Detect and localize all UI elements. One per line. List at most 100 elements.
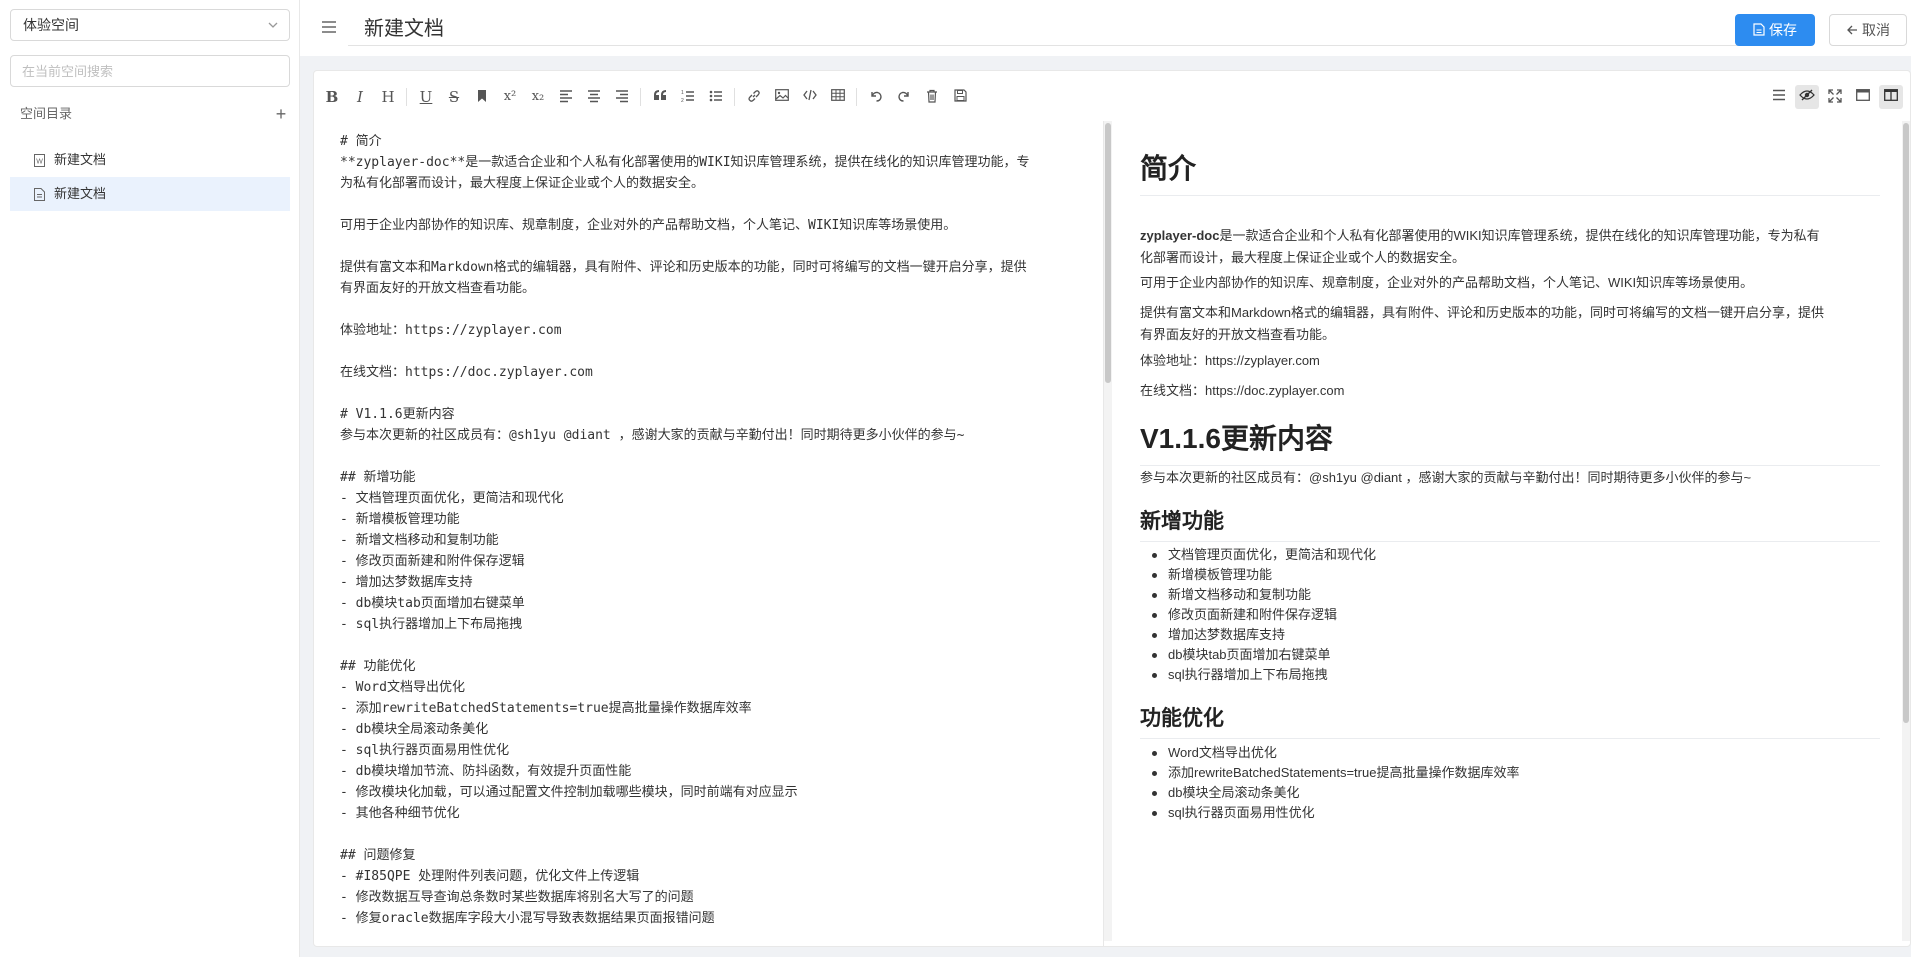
arrow-left-icon [1847, 25, 1857, 35]
svg-text:1: 1 [681, 90, 684, 96]
tree-item-label: 新建文档 [54, 152, 107, 167]
unordered-list-button[interactable] [704, 85, 728, 109]
fullscreen-button[interactable] [1823, 85, 1847, 109]
bold-button[interactable]: B [320, 85, 344, 109]
source-line: ## 功能优化 [340, 659, 416, 674]
add-doc-icon[interactable]: + [272, 105, 290, 123]
table-icon [831, 89, 845, 101]
header: 新建文档 保存 取消 [300, 0, 1911, 56]
preview-h2-new: 新增功能 [1140, 505, 1880, 542]
preview-text: 有界面友好的开放文档查看功能。 [1140, 327, 1336, 342]
source-line: 有界面友好的开放文档查看功能。 [340, 281, 536, 296]
undo-button[interactable] [864, 85, 888, 109]
preview-toggle-button[interactable] [1795, 85, 1819, 109]
unordered-list-icon [709, 90, 722, 102]
source-line: - db模块tab页面增加右键菜单 [340, 596, 525, 611]
code-button[interactable] [798, 85, 822, 109]
source-line: # 简介 [340, 134, 382, 149]
space-select[interactable]: 体验空间 [10, 9, 290, 41]
preview-demo-link[interactable]: 体验地址：https://zyplayer.com [1140, 350, 1880, 372]
source-line: - sql执行器增加上下布局拖拽 [340, 617, 523, 632]
source-line: **zyplayer-doc**是一款适合企业和个人私有化部署使用的WIKI知识… [340, 155, 1030, 170]
save-draft-button[interactable] [948, 85, 972, 109]
toc-button[interactable] [1767, 85, 1791, 109]
floppy-icon [953, 89, 967, 102]
markdown-source-pane[interactable]: # 简介 **zyplayer-doc**是一款适合企业和个人私有化部署使用的WI… [314, 121, 1104, 946]
preview-h1-update: V1.1.6更新内容 [1140, 417, 1880, 466]
tree-item-doc-1[interactable]: W 新建文档 [10, 143, 290, 177]
eye-icon [1799, 89, 1815, 101]
source-line: - 新增文档移动和复制功能 [340, 533, 499, 548]
table-button[interactable] [826, 85, 850, 109]
trash-icon [927, 89, 937, 103]
preview-list-item: 文档管理页面优化，更简洁和现代化 [1152, 545, 1868, 565]
preview-list-item: db模块全局滚动条美化 [1152, 783, 1868, 803]
source-line: 参与本次更新的社区成员有：@sh1yu @diant ，感谢大家的贡献与辛勤付出… [340, 428, 965, 443]
source-line: 可用于企业内部协作的知识库、规章制度，企业对外的产品帮助文档，个人笔记、WIKI… [340, 218, 957, 233]
page-fullscreen-button[interactable] [1851, 85, 1875, 109]
toolbar-divider [406, 88, 407, 106]
preview-scrollbar-thumb[interactable] [1903, 123, 1909, 723]
source-scrollbar[interactable] [1104, 121, 1112, 941]
cancel-button[interactable]: 取消 [1829, 14, 1907, 46]
quote-icon [654, 90, 666, 100]
space-search-input[interactable] [10, 55, 290, 87]
menu-icon[interactable] [321, 20, 337, 34]
source-line: - 新增模板管理功能 [340, 512, 460, 527]
source-line: - 修改模块化加载，可以通过配置文件控制加载哪些模块，同时前端有对应显示 [340, 785, 798, 800]
bookmark-button[interactable] [470, 85, 494, 109]
subscript-button[interactable]: x₂ [526, 85, 550, 109]
align-left-icon [560, 90, 572, 103]
preview-list-item: 新增文档移动和复制功能 [1152, 585, 1868, 605]
preview-list-item: sql执行器页面易用性优化 [1152, 803, 1868, 823]
preview-h2-opt: 功能优化 [1140, 702, 1880, 739]
tree-item-label: 新建文档 [54, 186, 107, 201]
source-scrollbar-thumb[interactable] [1105, 123, 1111, 383]
quote-button[interactable] [648, 85, 672, 109]
image-button[interactable] [770, 85, 794, 109]
align-center-button[interactable] [582, 85, 606, 109]
source-line: - 修改页面新建和附件保存逻辑 [340, 554, 525, 569]
source-line: - #I85QPE 处理附件列表问题，优化文件上传逻辑 [340, 869, 640, 884]
align-left-button[interactable] [554, 85, 578, 109]
preview-list-item: 新增模板管理功能 [1152, 565, 1868, 585]
source-line: - 文档管理页面优化，更简洁和现代化 [340, 491, 564, 506]
source-line: 在线文档：https://doc.zyplayer.com [340, 365, 593, 380]
preview-paragraph-editor: 提供有富文本和Markdown格式的编辑器，具有附件、评论和历史版本的功能，同时… [1140, 302, 1880, 346]
toolbar-divider [734, 88, 735, 106]
link-button[interactable] [742, 85, 766, 109]
source-line: 为私有化部署而设计，最大程度上保证企业或个人的数据安全。 [340, 176, 705, 191]
preview-scrollbar[interactable] [1902, 121, 1910, 941]
expand-icon [1828, 89, 1842, 103]
heading-button[interactable]: H [376, 85, 400, 109]
clear-button[interactable] [920, 85, 944, 109]
preview-doc-link[interactable]: 在线文档：https://doc.zyplayer.com [1140, 380, 1880, 402]
toolbar-divider [640, 88, 641, 106]
source-line: ## 问题修复 [340, 848, 416, 863]
preview-list-item: db模块tab页面增加右键菜单 [1152, 645, 1868, 665]
split-view-button[interactable] [1879, 85, 1903, 109]
preview-intro-paragraph: zyplayer-doc是一款适合企业和个人私有化部署使用的WIKI知识库管理系… [1140, 225, 1880, 269]
cancel-button-label: 取消 [1862, 22, 1890, 38]
source-line: - sql执行器页面易用性优化 [340, 743, 510, 758]
tree-item-doc-2[interactable]: 新建文档 [10, 177, 290, 211]
preview-text: 提供有富文本和Markdown格式的编辑器，具有附件、评论和历史版本的功能，同时… [1140, 305, 1824, 320]
redo-button[interactable] [892, 85, 916, 109]
strikethrough-button[interactable]: S [442, 85, 466, 109]
doc-title-input[interactable]: 新建文档 [348, 12, 1741, 46]
ordered-list-button[interactable]: 12 [676, 85, 700, 109]
italic-button[interactable]: I [348, 85, 372, 109]
preview-h1-intro: 简介 [1140, 147, 1880, 196]
save-icon [1753, 23, 1765, 36]
align-right-button[interactable] [610, 85, 634, 109]
superscript-button[interactable]: x² [498, 85, 522, 109]
source-line: # V1.1.6更新内容 [340, 407, 455, 422]
save-button[interactable]: 保存 [1735, 14, 1815, 46]
underline-button[interactable]: U [414, 85, 438, 109]
source-line: - 修复oracle数据库字段大小混写导致表数据结果页面报错问题 [340, 911, 715, 926]
link-icon [748, 90, 760, 102]
undo-icon [871, 91, 882, 102]
space-select-value: 体验空间 [23, 17, 79, 33]
toolbar-divider [856, 88, 857, 106]
align-right-icon [616, 90, 628, 103]
